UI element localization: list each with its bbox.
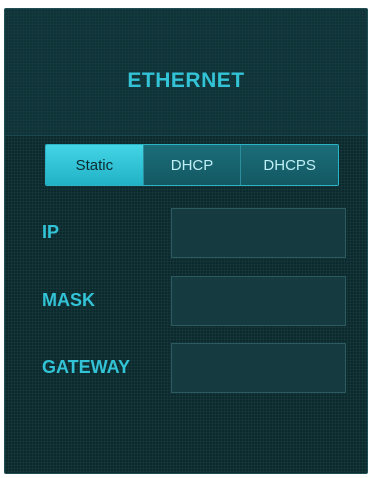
ip-label: IP — [42, 222, 60, 242]
mode-option-static[interactable]: Static — [46, 145, 143, 185]
ip-field[interactable] — [171, 208, 346, 258]
mask-field[interactable] — [171, 276, 346, 326]
gateway-field[interactable] — [171, 343, 346, 393]
mode-segmented-control: Static DHCP DHCPS — [45, 144, 339, 186]
panel-header: ETHERNET — [5, 9, 367, 136]
mode-option-dhcps[interactable]: DHCPS — [240, 145, 338, 185]
ethernet-panel: ETHERNET Static DHCP DHCPS IP MASK GATEW… — [4, 8, 368, 474]
gateway-label: GATEWAY — [42, 357, 131, 377]
mask-label: MASK — [42, 290, 95, 310]
mode-option-dhcp[interactable]: DHCP — [142, 145, 241, 185]
panel-title: ETHERNET — [127, 69, 245, 92]
